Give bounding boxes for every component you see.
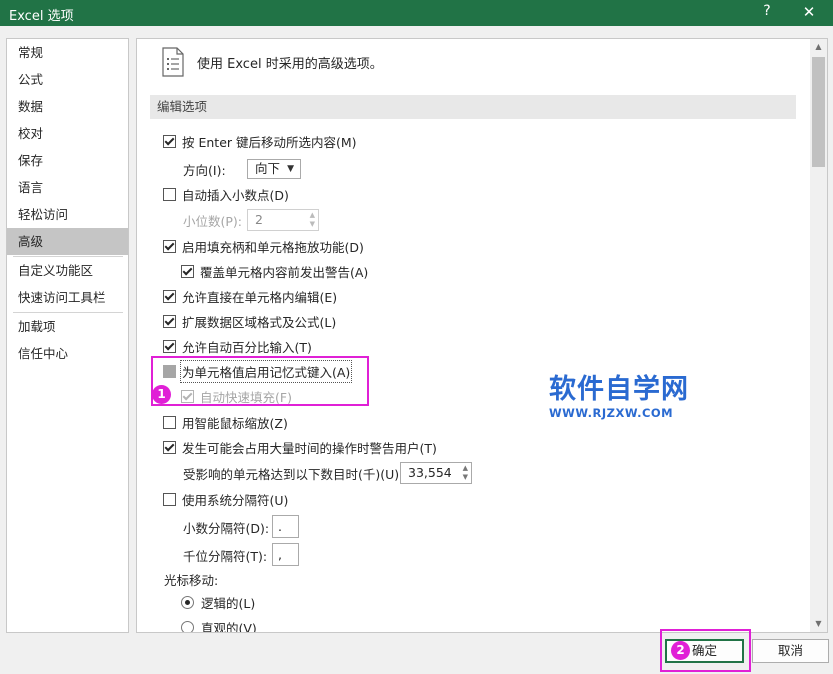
sidebar-item-proofing[interactable]: 校对: [7, 120, 128, 147]
option-move-after-enter[interactable]: 按 Enter 键后移动所选内容(M): [163, 131, 357, 151]
checkbox[interactable]: [163, 314, 176, 328]
decimal-places-spinner[interactable]: 2 ▲ ▼: [247, 209, 319, 231]
watermark-title: 软件自学网: [549, 374, 689, 405]
close-button[interactable]: ✕: [801, 3, 817, 21]
sidebar-item-advanced[interactable]: 高级: [7, 228, 128, 255]
option-edit-in-cell[interactable]: 允许直接在单元格内编辑(E): [163, 286, 337, 306]
checkbox[interactable]: [163, 415, 176, 429]
thousands-separator-input[interactable]: ,: [272, 543, 299, 566]
checkbox[interactable]: [181, 264, 194, 278]
radio-button[interactable]: [181, 620, 194, 632]
cancel-button[interactable]: 取消: [752, 639, 829, 663]
option-intellimouse-zoom[interactable]: 用智能鼠标缩放(Z): [163, 412, 288, 432]
option-system-separators[interactable]: 使用系统分隔符(U): [163, 489, 288, 509]
help-button[interactable]: ?: [760, 3, 774, 19]
option-fill-handle[interactable]: 启用填充柄和单元格拖放功能(D): [163, 236, 364, 256]
chevron-down-icon: ▼: [287, 164, 294, 174]
watermark-url: WWW.RJZXW.COM: [549, 406, 674, 420]
sidebar-item-formulas[interactable]: 公式: [7, 66, 128, 93]
option-flash-fill[interactable]: 自动快速填充(F): [181, 386, 292, 406]
sidebar-item-add-ins[interactable]: 加载项: [7, 313, 128, 340]
checkbox[interactable]: [163, 440, 176, 454]
sidebar-item-data[interactable]: 数据: [7, 93, 128, 120]
options-panel: 使用 Excel 时采用的高级选项。 编辑选项 按 Enter 键后移动所选内容…: [136, 38, 828, 633]
decimal-separator-input[interactable]: .: [272, 515, 299, 538]
sidebar-item-customize-ribbon[interactable]: 自定义功能区: [7, 257, 128, 284]
cells-affected-spinner[interactable]: 33,554 ▲ ▼: [400, 462, 472, 484]
direction-dropdown[interactable]: 向下 ▼: [247, 159, 301, 179]
option-auto-percent[interactable]: 允许自动百分比输入(T): [163, 336, 312, 356]
sidebar-item-accessibility[interactable]: 轻松访问: [7, 201, 128, 228]
step-badge-2: 2: [671, 641, 690, 660]
section-editing-options: 编辑选项: [150, 95, 796, 119]
decimal-separator-label-row: 小数分隔符(D):: [183, 520, 270, 536]
checkbox[interactable]: [163, 289, 176, 303]
sidebar-item-trust-center[interactable]: 信任中心: [7, 340, 128, 367]
title-bar: Excel 选项 ? ✕: [0, 0, 833, 26]
page-title: 使用 Excel 时采用的高级选项。: [197, 57, 383, 72]
radio-logical[interactable]: 逻辑的(L): [181, 592, 255, 612]
radio-button[interactable]: [181, 595, 194, 609]
step-badge-1: 1: [152, 385, 171, 404]
decimal-places-label-row: 小位数(P):: [183, 213, 243, 229]
option-alert-slow-ops[interactable]: 发生可能会占用大量时间的操作时警告用户(T): [163, 437, 437, 457]
option-extend-formats[interactable]: 扩展数据区域格式及公式(L): [163, 311, 336, 331]
cursor-movement-label-row: 光标移动:: [164, 572, 219, 588]
watermark: 软件自学网 WWW.RJZXW.COM: [549, 374, 689, 421]
vertical-scrollbar[interactable]: ▲ ▼: [810, 39, 827, 632]
checkbox[interactable]: [163, 134, 176, 148]
scroll-up-icon[interactable]: ▲: [810, 39, 827, 55]
option-auto-decimal[interactable]: 自动插入小数点(D): [163, 184, 289, 204]
option-alert-overwrite[interactable]: 覆盖单元格内容前发出警告(A): [181, 261, 368, 281]
checkbox[interactable]: [163, 364, 176, 378]
spinner-arrows-icon: ▲ ▼: [462, 464, 468, 481]
sidebar-item-save[interactable]: 保存: [7, 147, 128, 174]
direction-label-row: 方向(I):: [183, 162, 226, 178]
window-title: Excel 选项: [9, 9, 74, 24]
scrollbar-thumb[interactable]: [812, 57, 825, 167]
checkbox[interactable]: [163, 492, 176, 506]
checkbox[interactable]: [163, 239, 176, 253]
scroll-down-icon[interactable]: ▼: [810, 616, 827, 632]
option-autocomplete[interactable]: 为单元格值启用记忆式键入(A): [163, 359, 353, 383]
checkbox[interactable]: [163, 339, 176, 353]
sidebar-item-language[interactable]: 语言: [7, 174, 128, 201]
spinner-arrows-icon: ▲ ▼: [309, 211, 315, 228]
checkbox[interactable]: [181, 389, 194, 403]
sidebar-item-quick-access-toolbar[interactable]: 快速访问工具栏: [7, 284, 128, 311]
category-sidebar: 常规 公式 数据 校对 保存 语言 轻松访问 高级 自定义功能区 快速访问工具栏…: [6, 38, 129, 633]
radio-visual[interactable]: 直观的(V): [181, 617, 257, 632]
checkbox[interactable]: [163, 187, 176, 201]
thousands-separator-label-row: 千位分隔符(T):: [183, 548, 268, 564]
sidebar-item-general[interactable]: 常规: [7, 39, 128, 66]
document-options-icon: [162, 47, 184, 77]
cells-affected-label-row: 受影响的单元格达到以下数目时(千)(U):: [183, 466, 404, 482]
